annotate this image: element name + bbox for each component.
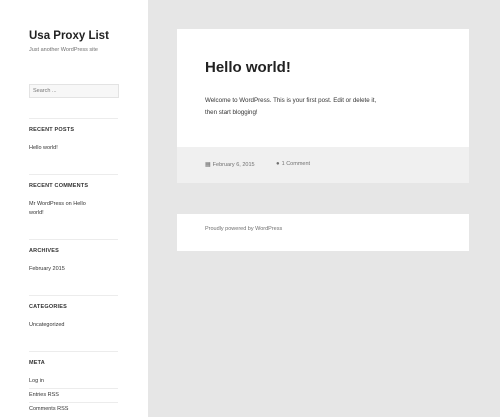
comment-on-text: on (64, 201, 74, 207)
post-comments-text: 1 Comment (281, 161, 311, 167)
meta-divider (29, 402, 118, 403)
widget-title-archives: ARCHIVES (29, 248, 60, 254)
widget-title-categories: CATEGORIES (29, 304, 67, 310)
widget-title-recent-posts: RECENT POSTS (29, 127, 75, 133)
post-date-text: February 6, 2015 (212, 162, 255, 168)
widget-title-meta: META (29, 360, 45, 366)
widget-divider (29, 239, 118, 240)
comment-author-link[interactable]: Mr WordPress (29, 201, 64, 207)
post-content-line: then start blogging! (205, 109, 258, 116)
calendar-icon: ▦ (205, 162, 211, 168)
footer-credit[interactable]: Proudly powered by WordPress (205, 226, 282, 232)
post-meta-footer: ▦ February 6, 2015 ● 1 Comment (177, 147, 469, 183)
post-content-line: Welcome to WordPress. This is your first… (205, 97, 377, 104)
meta-divider (29, 388, 118, 389)
comment-icon: ● (276, 161, 280, 167)
post-content: Welcome to WordPress. This is your first… (205, 95, 450, 119)
search-input[interactable] (29, 84, 119, 98)
widget-divider (29, 295, 118, 296)
category-link[interactable]: Uncategorized (29, 321, 64, 330)
widget-title-recent-comments: RECENT COMMENTS (29, 183, 89, 189)
post-comments-link[interactable]: ● 1 Comment (276, 161, 310, 167)
comment-post-link[interactable]: Hello (73, 201, 86, 207)
comment-post-link-cont[interactable]: world! (29, 210, 44, 216)
site-description: Just another WordPress site (29, 47, 98, 53)
site-title[interactable]: Usa Proxy List (29, 30, 109, 42)
post-date[interactable]: ▦ February 6, 2015 (205, 161, 255, 168)
widget-divider (29, 118, 118, 119)
meta-login-link[interactable]: Log in (29, 377, 44, 386)
archive-link[interactable]: February 2015 (29, 265, 65, 274)
post-title[interactable]: Hello world! (205, 59, 291, 76)
meta-comments-rss-link[interactable]: Comments RSS (29, 405, 68, 414)
post-card: Hello world! Welcome to WordPress. This … (177, 29, 469, 147)
sidebar: Usa Proxy List Just another WordPress si… (0, 0, 148, 417)
recent-comment-entry: Mr WordPress on Hello world! (29, 200, 119, 218)
site-footer: Proudly powered by WordPress (177, 214, 469, 251)
recent-post-link[interactable]: Hello world! (29, 144, 58, 153)
widget-divider (29, 351, 118, 352)
meta-entries-rss-link[interactable]: Entries RSS (29, 391, 59, 400)
widget-divider (29, 174, 118, 175)
